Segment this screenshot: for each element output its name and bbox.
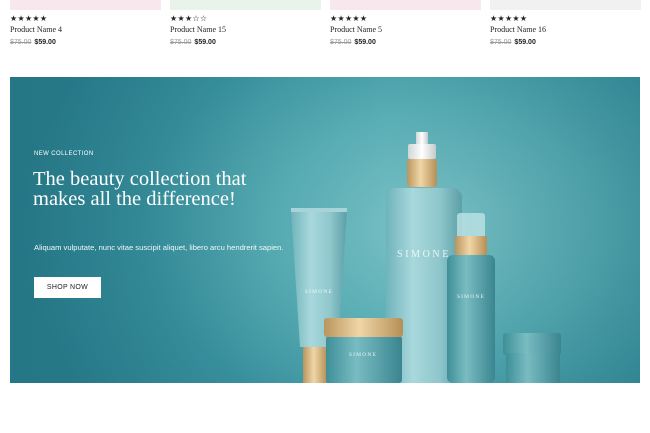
brand-label-tall: SIMONE: [397, 249, 451, 260]
product-thumbnail[interactable]: [170, 0, 321, 10]
brand-label-jar: SIMONE: [348, 352, 378, 358]
brand-label-tube: SIMONE: [304, 289, 334, 295]
product-bottles-image: [291, 132, 561, 383]
banner-eyebrow: NEW COLLECTION: [34, 151, 94, 157]
old-price: $75.00: [10, 39, 32, 46]
rating-stars: ★★★★★: [490, 14, 528, 23]
sale-price: $59.00: [514, 39, 536, 46]
product-card[interactable]: ★★★★★ Product Name 5 $75.00 $59.00: [330, 0, 481, 56]
rating-stars: ★★★★★: [10, 14, 48, 23]
product-price: $75.00 $59.00: [170, 38, 216, 47]
product-card[interactable]: ★★★★★ Product Name 16 $75.00 $59.00: [490, 0, 641, 56]
product-card[interactable]: ★★★★★ Product Name 4 $75.00 $59.00: [10, 0, 161, 56]
rating-stars: ★★★★★: [330, 14, 368, 23]
product-thumbnail[interactable]: [490, 0, 641, 10]
sale-price: $59.00: [194, 39, 216, 46]
product-price: $75.00 $59.00: [330, 38, 376, 47]
product-price: $75.00 $59.00: [10, 38, 56, 47]
banner-headline: The beauty collection that makes all the…: [33, 168, 247, 210]
promo-banner: SIMONE SIMONE SIMONE SIMONE NEW COLLECTI…: [10, 77, 640, 383]
product-name[interactable]: Product Name 16: [490, 25, 546, 35]
banner-description: Aliquam vulputate, nunc vitae suscipit a…: [34, 243, 284, 252]
product-price: $75.00 $59.00: [490, 38, 536, 47]
shop-now-button[interactable]: SHOP NOW: [34, 277, 101, 298]
product-thumbnail[interactable]: [330, 0, 481, 10]
product-name[interactable]: Product Name 4: [10, 25, 62, 35]
rating-stars: ★★★☆☆: [170, 14, 208, 23]
old-price: $75.00: [330, 39, 352, 46]
sale-price: $59.00: [34, 39, 56, 46]
old-price: $75.00: [490, 39, 512, 46]
brand-label-slim: SIMONE: [456, 294, 486, 300]
product-name[interactable]: Product Name 15: [170, 25, 226, 35]
product-thumbnail[interactable]: [10, 0, 161, 10]
small-jar-product: [503, 333, 561, 383]
product-card[interactable]: ★★★☆☆ Product Name 15 $75.00 $59.00: [170, 0, 321, 56]
cream-jar-product: [324, 318, 403, 383]
product-name[interactable]: Product Name 5: [330, 25, 382, 35]
old-price: $75.00: [170, 39, 192, 46]
sale-price: $59.00: [354, 39, 376, 46]
product-grid: ★★★★★ Product Name 4 $75.00 $59.00 ★★★☆☆ …: [0, 0, 650, 60]
